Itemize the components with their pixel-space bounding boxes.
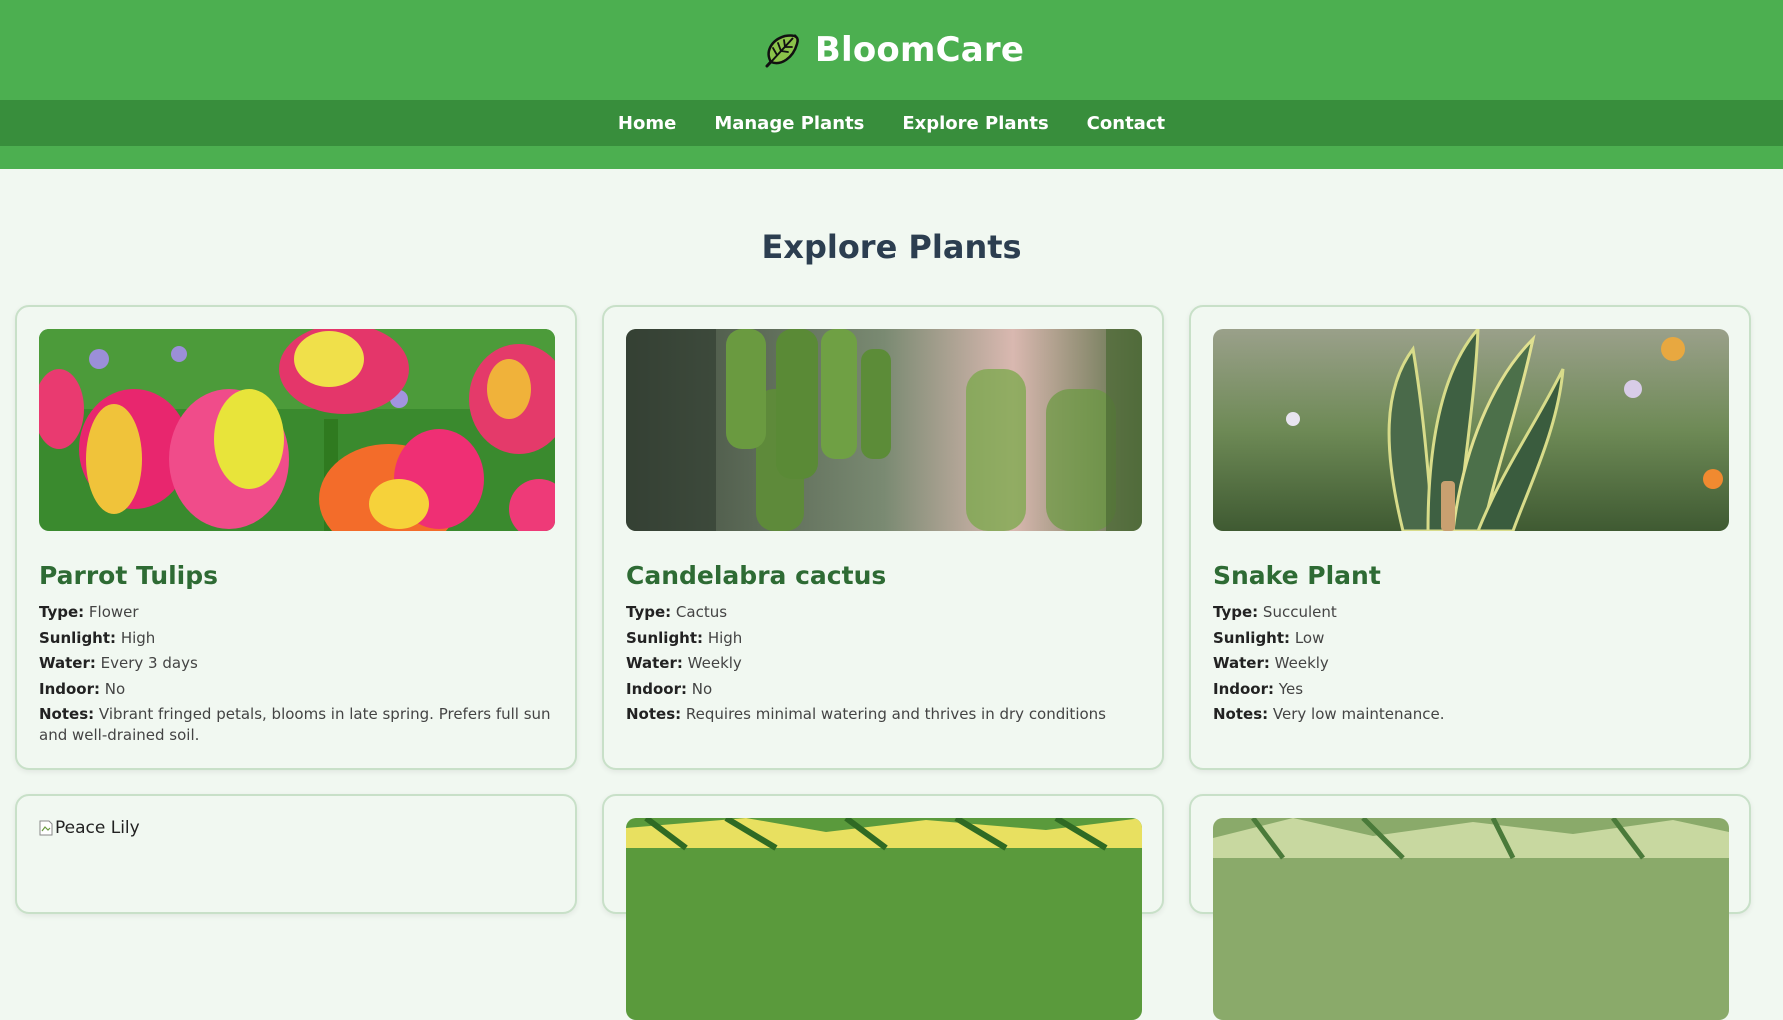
plant-card bbox=[602, 794, 1164, 1020]
plant-image bbox=[626, 329, 1142, 531]
indoor-value: Yes bbox=[1278, 679, 1304, 698]
water-label: Water: bbox=[39, 654, 96, 672]
page-title: Explore Plants bbox=[761, 228, 1022, 266]
plant-image: Peace Lily bbox=[39, 818, 140, 838]
type-value: Succulent bbox=[1262, 603, 1337, 621]
image-alt-text: Peace Lily bbox=[55, 818, 140, 838]
plant-image bbox=[626, 818, 1142, 1020]
plant-card: Candelabra cactus Type: Cactus Sunlight:… bbox=[602, 305, 1164, 770]
water-value: Weekly bbox=[1274, 654, 1329, 672]
water-label: Water: bbox=[626, 654, 683, 672]
site-header: BloomCare Home Manage Plants Explore Pla… bbox=[0, 0, 1783, 169]
notes-value: Vibrant fringed petals, blooms in late s… bbox=[39, 705, 551, 744]
indoor-label: Indoor: bbox=[39, 679, 101, 698]
water-value: Every 3 days bbox=[100, 654, 198, 672]
indoor-value: No bbox=[691, 679, 713, 698]
plant-card: Snake Plant Type: Succulent Sunlight: Lo… bbox=[1189, 305, 1751, 770]
brand-title: BloomCare bbox=[814, 30, 1025, 70]
notes-label: Notes: bbox=[1213, 705, 1269, 723]
sunlight-label: Sunlight: bbox=[1213, 628, 1291, 647]
plant-card bbox=[1189, 794, 1751, 1020]
plant-card: Parrot Tulips Type: Flower Sunlight: Hig… bbox=[15, 305, 577, 770]
sunlight-value: High bbox=[120, 628, 156, 647]
plant-name: Snake Plant bbox=[1213, 561, 1381, 590]
water-value: Weekly bbox=[687, 654, 742, 672]
brand: BloomCare bbox=[0, 0, 1783, 100]
type-label: Type: bbox=[1213, 603, 1259, 621]
sunlight-value: High bbox=[707, 628, 743, 647]
nav-manage-plants-link[interactable]: Manage Plants bbox=[714, 113, 864, 134]
type-label: Type: bbox=[626, 603, 672, 621]
plant-image bbox=[39, 329, 555, 531]
notes-value: Requires minimal watering and thrives in… bbox=[685, 705, 1106, 723]
leaf-icon bbox=[765, 34, 799, 68]
nav-contact-link[interactable]: Contact bbox=[1087, 113, 1165, 134]
plant-details: Type: Flower Sunlight: High Water: Every… bbox=[39, 600, 555, 746]
main-nav: Home Manage Plants Explore Plants Contac… bbox=[0, 100, 1783, 146]
nav-home-link[interactable]: Home bbox=[618, 113, 676, 134]
indoor-label: Indoor: bbox=[626, 679, 688, 698]
plant-details: Type: Succulent Sunlight: Low Water: Wee… bbox=[1213, 600, 1729, 725]
sunlight-label: Sunlight: bbox=[39, 628, 117, 647]
notes-label: Notes: bbox=[626, 705, 682, 723]
sunlight-value: Low bbox=[1294, 628, 1325, 647]
notes-label: Notes: bbox=[39, 705, 95, 723]
plant-details: Type: Cactus Sunlight: High Water: Weekl… bbox=[626, 600, 1142, 725]
type-label: Type: bbox=[39, 603, 85, 621]
type-value: Cactus bbox=[675, 603, 728, 621]
plant-card: Peace Lily bbox=[15, 794, 577, 914]
indoor-label: Indoor: bbox=[1213, 679, 1275, 698]
plant-name: Parrot Tulips bbox=[39, 561, 219, 590]
broken-image-icon bbox=[39, 820, 53, 836]
indoor-value: No bbox=[104, 679, 126, 698]
plant-name: Candelabra cactus bbox=[626, 561, 887, 590]
notes-value: Very low maintenance. bbox=[1272, 705, 1445, 723]
nav-explore-plants-link[interactable]: Explore Plants bbox=[902, 113, 1048, 134]
sunlight-label: Sunlight: bbox=[626, 628, 704, 647]
water-label: Water: bbox=[1213, 654, 1270, 672]
plant-image bbox=[1213, 818, 1729, 1020]
plant-image bbox=[1213, 329, 1729, 531]
type-value: Flower bbox=[88, 603, 139, 621]
